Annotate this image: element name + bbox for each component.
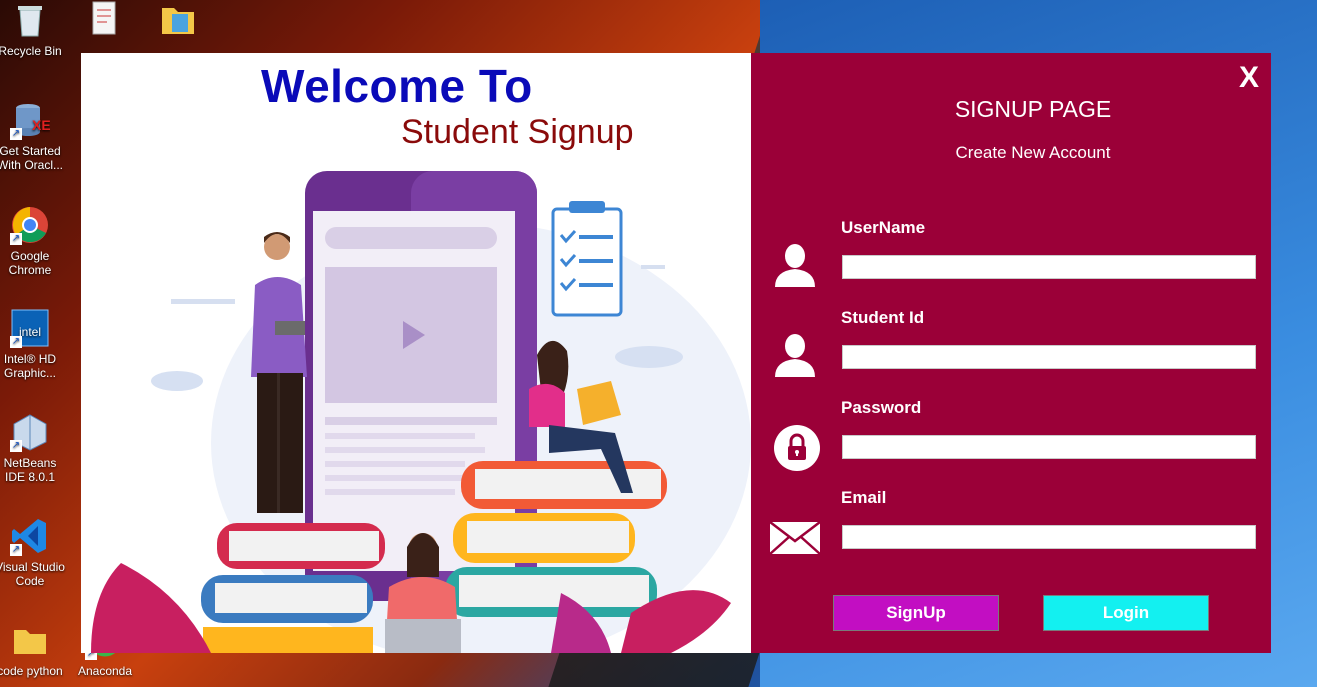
desktop-icon-oracle[interactable]: XE ↗ Get Started With Oracl... bbox=[0, 100, 66, 172]
desktop-icon-folder[interactable] bbox=[142, 0, 214, 44]
page-title: SIGNUP PAGE bbox=[954, 96, 1112, 122]
desktop-icon-label: Anaconda bbox=[77, 664, 133, 678]
svg-text:intel: intel bbox=[19, 325, 41, 339]
desktop-icon-chrome[interactable]: ↗ Google Chrome bbox=[0, 205, 66, 277]
login-button[interactable]: Login bbox=[1043, 595, 1209, 631]
chrome-icon: ↗ bbox=[10, 205, 50, 245]
desktop-icon-netbeans[interactable]: ↗ NetBeans IDE 8.0.1 bbox=[0, 412, 66, 484]
user-icon bbox=[773, 243, 817, 294]
desktop-icon-label: Intel® HD Graphic... bbox=[3, 352, 57, 380]
netbeans-icon: ↗ bbox=[10, 412, 50, 452]
student-id-input[interactable] bbox=[842, 345, 1256, 369]
signup-panel: X SIGNUP PAGE Create New Account UserNam… bbox=[751, 53, 1271, 653]
desktop-icon-label: Visual Studio Code bbox=[0, 560, 65, 588]
svg-text:XE: XE bbox=[32, 117, 50, 133]
email-input[interactable] bbox=[842, 525, 1256, 549]
desktop-icon-label: Google Chrome bbox=[8, 249, 52, 277]
user-icon bbox=[773, 333, 817, 384]
desktop-icon-label: Recycle Bin bbox=[0, 44, 62, 58]
close-button[interactable]: X bbox=[1239, 61, 1259, 95]
desktop-icon-intel[interactable]: intel ↗ Intel® HD Graphic... bbox=[0, 308, 66, 380]
signup-button[interactable]: SignUp bbox=[833, 595, 999, 631]
oracle-xe-icon: XE ↗ bbox=[10, 100, 51, 140]
intel-graphics-icon: intel ↗ bbox=[10, 308, 50, 348]
welcome-panel: Welcome To Student Signup bbox=[81, 53, 751, 653]
page-description: Create New Account bbox=[955, 143, 1111, 162]
email-label: Email bbox=[841, 488, 887, 507]
folder-icon bbox=[158, 0, 198, 40]
desktop-icon-code-python[interactable]: code python bbox=[0, 620, 66, 678]
desktop-icon-label: Get Started With Oracl... bbox=[0, 144, 63, 172]
username-input[interactable] bbox=[842, 255, 1256, 279]
desktop-icon-recycle-bin[interactable]: Recycle Bin bbox=[0, 0, 66, 58]
password-input[interactable] bbox=[842, 435, 1256, 459]
student-id-label: Student Id bbox=[841, 308, 925, 327]
folder-icon bbox=[10, 620, 50, 660]
username-label: UserName bbox=[841, 218, 926, 237]
desktop-icon-label: NetBeans IDE 8.0.1 bbox=[3, 456, 57, 484]
desktop-icon-document[interactable] bbox=[69, 0, 141, 44]
document-icon bbox=[85, 0, 125, 40]
desktop-icon-vscode[interactable]: ↗ Visual Studio Code bbox=[0, 516, 66, 588]
password-label: Password bbox=[841, 398, 922, 417]
lock-icon bbox=[773, 424, 821, 477]
signup-illustration bbox=[91, 171, 751, 653]
envelope-icon bbox=[769, 521, 821, 560]
signup-window: Welcome To Student Signup X SIGNUP PAGE … bbox=[81, 53, 1271, 653]
desktop-icon-label: code python bbox=[0, 664, 63, 678]
vscode-icon: ↗ bbox=[10, 516, 50, 556]
recycle-bin-icon bbox=[10, 0, 50, 40]
